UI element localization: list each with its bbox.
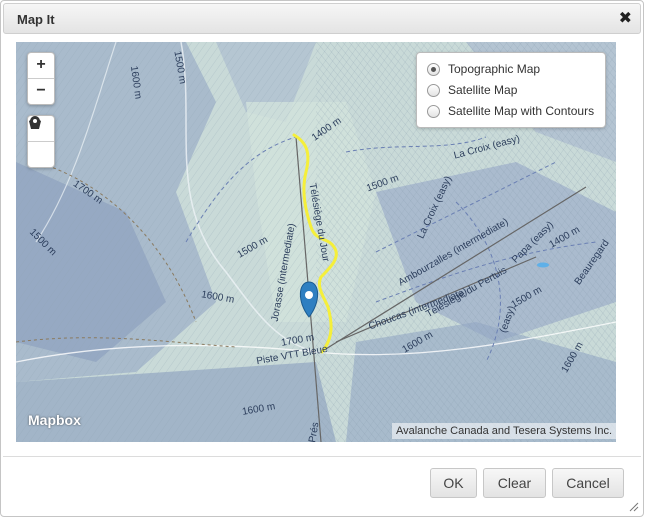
marker-icon — [30, 116, 40, 129]
radio-selected[interactable] — [427, 62, 440, 76]
layer-option-satellite-contours[interactable]: Satellite Map with Contours — [427, 104, 594, 118]
zoom-in-button[interactable]: + — [28, 53, 54, 78]
radio-unselected[interactable] — [427, 104, 440, 118]
draw-marker-button[interactable] — [28, 116, 54, 167]
draw-toolbar — [27, 115, 55, 168]
close-icon[interactable]: ✖ — [619, 10, 632, 28]
footer-divider — [3, 456, 641, 457]
layer-option-label: Topographic Map — [448, 62, 541, 76]
dialog-titlebar[interactable]: Map It ✖ — [3, 3, 641, 34]
layer-option-topographic[interactable]: Topographic Map — [427, 62, 540, 76]
clear-button[interactable]: Clear — [483, 468, 546, 498]
layer-switcher: Topographic Map Satellite Map Satellite … — [416, 52, 606, 128]
radio-unselected[interactable] — [427, 83, 440, 97]
layer-option-satellite[interactable]: Satellite Map — [427, 83, 517, 97]
map-view[interactable]: 1500 m 1600 m 1700 m 1400 m 1500 m 1600 … — [16, 42, 616, 442]
resize-handle-icon[interactable] — [629, 502, 639, 512]
layer-option-label: Satellite Map — [448, 83, 518, 97]
zoom-out-button[interactable]: − — [28, 78, 54, 104]
cancel-button[interactable]: Cancel — [552, 468, 624, 498]
dialog-title: Map It — [17, 12, 55, 27]
layer-option-label: Satellite Map with Contours — [448, 104, 595, 118]
map-attribution[interactable]: Avalanche Canada and Tesera Systems Inc. — [391, 423, 616, 439]
mapbox-logo[interactable]: Mapbox — [28, 412, 81, 428]
ok-button[interactable]: OK — [430, 468, 477, 498]
map-dialog: Map It ✖ 1500 m 1600 m 1700 m 1400 m 150… — [0, 0, 644, 517]
zoom-control: + − — [27, 52, 55, 105]
